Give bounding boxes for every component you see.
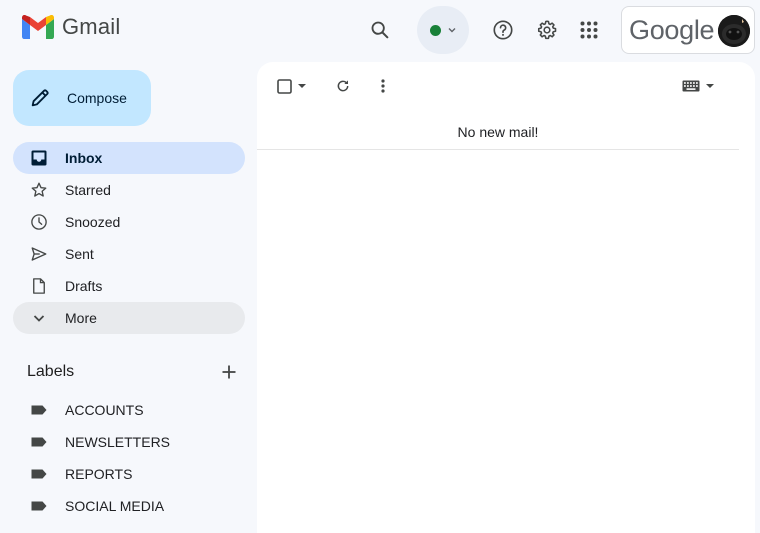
send-icon bbox=[29, 244, 49, 264]
labels-header: Labels bbox=[27, 358, 241, 386]
list-toolbar bbox=[257, 62, 755, 110]
sidebar-item-starred[interactable]: Starred bbox=[13, 174, 245, 206]
labels-title: Labels bbox=[27, 363, 75, 380]
search-icon bbox=[371, 21, 389, 39]
sidebar-item-drafts[interactable]: Drafts bbox=[13, 270, 245, 302]
caret-down-icon bbox=[297, 84, 306, 88]
sidebar-item-label: Starred bbox=[65, 182, 111, 198]
sidebar-item-label: Snoozed bbox=[65, 214, 121, 230]
sidebar-item-label: More bbox=[65, 310, 97, 326]
checkbox-icon bbox=[276, 78, 292, 94]
label-tag-icon bbox=[29, 432, 49, 452]
more-options-button[interactable] bbox=[367, 70, 399, 102]
clock-icon bbox=[29, 212, 49, 232]
pencil-icon bbox=[31, 89, 49, 107]
sidebar-item-label: Sent bbox=[65, 246, 94, 262]
status-indicator-button[interactable] bbox=[417, 6, 469, 54]
input-tools-button[interactable] bbox=[677, 70, 719, 102]
label-item-reports[interactable]: REPORTS bbox=[13, 458, 245, 490]
app-name: Gmail bbox=[62, 14, 121, 39]
account-brand: Google bbox=[629, 14, 715, 45]
label-tag-icon bbox=[29, 496, 49, 516]
keyboard-icon bbox=[682, 80, 700, 92]
label-name: NEWSLETTERS bbox=[65, 434, 171, 450]
label-tag-icon bbox=[29, 400, 49, 420]
chevron-down-icon bbox=[448, 28, 455, 33]
empty-inbox-message: No new mail! bbox=[257, 114, 739, 150]
help-button[interactable] bbox=[483, 10, 523, 50]
settings-icon bbox=[537, 20, 557, 40]
compose-label: Compose bbox=[67, 90, 127, 106]
chevron-down-icon bbox=[29, 308, 49, 328]
top-bar: Gmail Google bbox=[0, 0, 760, 62]
sidebar-item-snoozed[interactable]: Snoozed bbox=[13, 206, 245, 238]
label-name: REPORTS bbox=[65, 466, 133, 482]
avatar[interactable] bbox=[718, 15, 750, 47]
message-list-pane: No new mail! bbox=[257, 62, 755, 533]
sidebar-item-inbox[interactable]: Inbox bbox=[13, 142, 245, 174]
sidebar-nav: Inbox Starred Snoozed Sent Drafts More bbox=[13, 142, 245, 334]
draft-icon bbox=[29, 276, 49, 296]
sidebar-item-sent[interactable]: Sent bbox=[13, 238, 245, 270]
account-switcher[interactable]: Google bbox=[621, 6, 755, 54]
avatar-image bbox=[718, 15, 750, 47]
refresh-icon bbox=[337, 80, 349, 92]
label-name: ACCOUNTS bbox=[65, 402, 144, 418]
plus-icon bbox=[222, 365, 236, 379]
help-icon bbox=[493, 20, 513, 40]
select-all-checkbox[interactable] bbox=[271, 70, 311, 102]
label-tag-icon bbox=[29, 464, 49, 484]
add-label-button[interactable] bbox=[217, 360, 241, 384]
status-dot-icon bbox=[429, 24, 441, 36]
caret-down-icon bbox=[706, 84, 714, 88]
settings-button[interactable] bbox=[527, 10, 567, 50]
compose-button[interactable]: Compose bbox=[13, 70, 151, 126]
label-item-accounts[interactable]: ACCOUNTS bbox=[13, 394, 245, 426]
gmail-m-icon bbox=[22, 15, 54, 39]
search-button[interactable] bbox=[360, 10, 400, 50]
sidebar-item-more[interactable]: More bbox=[13, 302, 245, 334]
label-list: ACCOUNTS NEWSLETTERS REPORTS SOCIAL MEDI… bbox=[13, 394, 245, 522]
apps-grid-icon bbox=[580, 21, 598, 39]
sidebar-item-label: Drafts bbox=[65, 278, 103, 294]
label-name: SOCIAL MEDIA bbox=[65, 498, 165, 514]
sidebar-item-label: Inbox bbox=[65, 150, 103, 166]
inbox-icon bbox=[29, 148, 49, 168]
label-item-newsletters[interactable]: NEWSLETTERS bbox=[13, 426, 245, 458]
more-vert-icon bbox=[381, 79, 385, 93]
gmail-logo[interactable]: Gmail bbox=[22, 14, 120, 40]
star-icon bbox=[29, 180, 49, 200]
apps-button[interactable] bbox=[569, 10, 609, 50]
refresh-button[interactable] bbox=[327, 70, 359, 102]
label-item-social-media[interactable]: SOCIAL MEDIA bbox=[13, 490, 245, 522]
